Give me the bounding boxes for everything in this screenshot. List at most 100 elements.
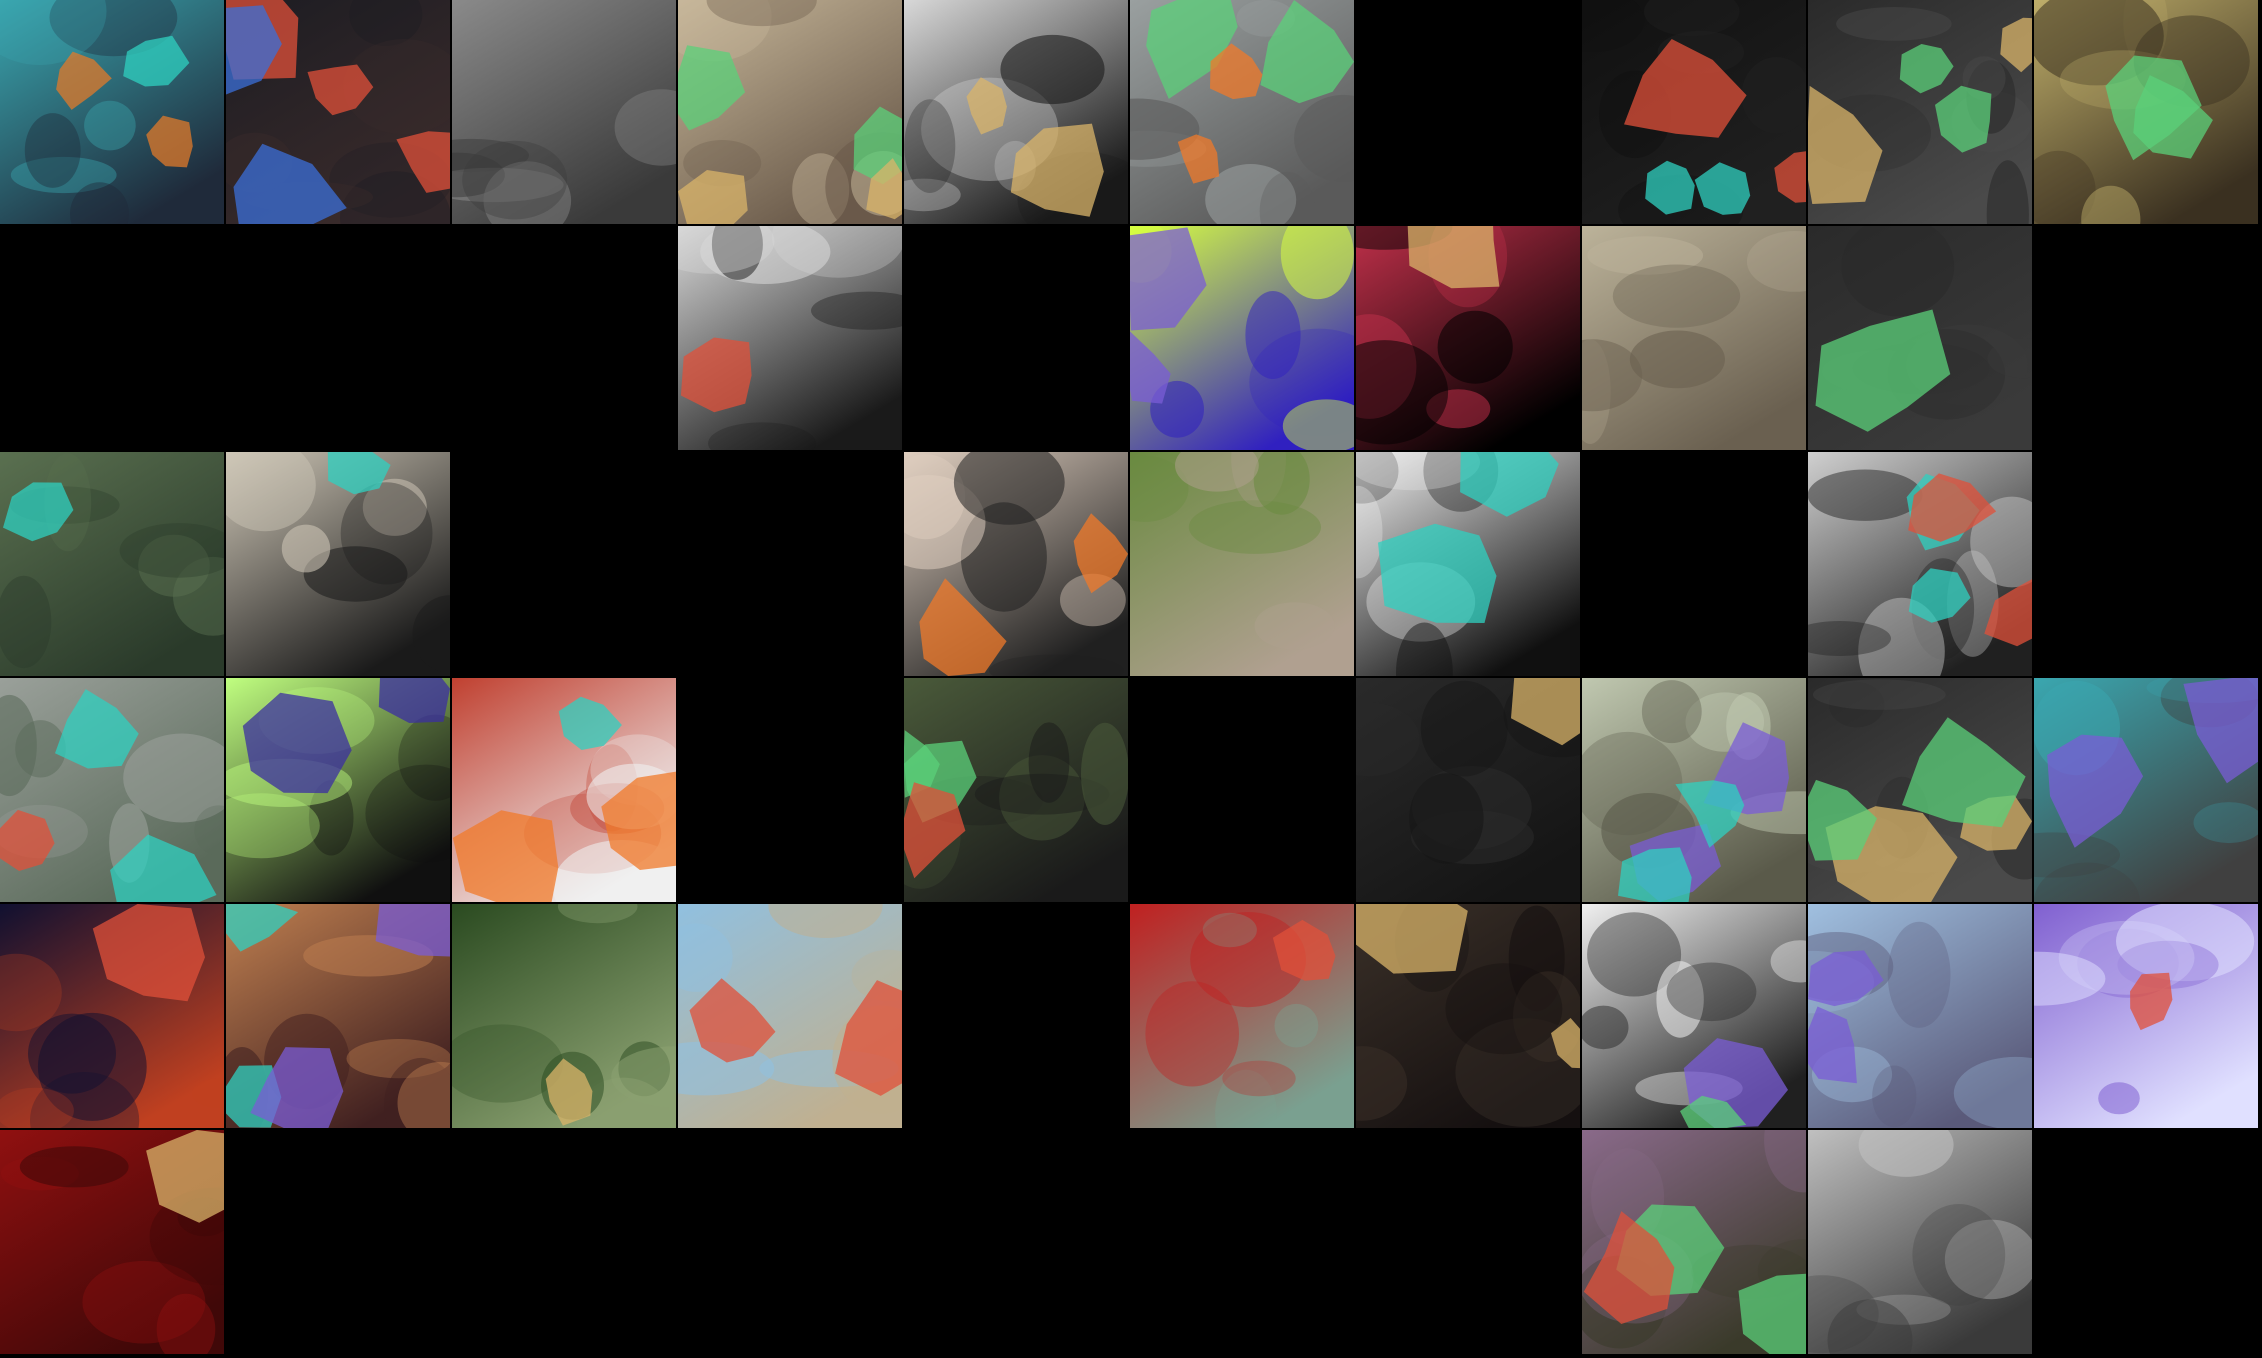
image-tile-person-dark-hat-teal-overlay bbox=[0, 0, 224, 224]
image-tile-person-blue-glasses bbox=[1582, 678, 1806, 902]
scene-shape bbox=[1872, 1065, 1917, 1128]
segmentation-overlay bbox=[1378, 523, 1497, 623]
image-tile-green-purple-abstract bbox=[226, 678, 450, 902]
tile-graphic bbox=[1582, 1130, 1806, 1354]
scene-shape bbox=[1912, 1204, 2006, 1306]
tile-graphic bbox=[1808, 452, 2032, 676]
tile-graphic bbox=[678, 1130, 902, 1354]
image-tile-camera-gear-multi-overlay bbox=[1808, 0, 2032, 224]
scene-shape bbox=[2058, 920, 2195, 995]
scene-shape bbox=[1812, 679, 1946, 710]
tile-graphic bbox=[904, 1130, 1128, 1354]
tile-graphic bbox=[2034, 452, 2258, 676]
image-tile-wedding-photo-frame-overlay bbox=[678, 0, 902, 224]
tile-graphic bbox=[1356, 904, 1580, 1128]
image-tile-dark-scene-teal-red-overlay bbox=[1582, 0, 1806, 224]
tile-graphic bbox=[2034, 904, 2258, 1128]
image-tile-child-people-street bbox=[1808, 1130, 2032, 1354]
image-tile-empty bbox=[904, 226, 1128, 450]
image-tile-empty bbox=[0, 226, 224, 450]
image-tile-ten-speed-bicycle-poster bbox=[226, 904, 450, 1128]
image-tile-snowboarder-purple bbox=[2034, 904, 2258, 1128]
image-tile-house-picnic-overlay bbox=[1808, 452, 2032, 676]
image-tile-empty bbox=[226, 226, 450, 450]
scene-shape bbox=[462, 140, 568, 220]
image-tile-colorful-blankets bbox=[1130, 452, 1354, 676]
image-tile-empty bbox=[1130, 678, 1354, 902]
image-tile-living-room-tv-overlay bbox=[1130, 0, 1354, 224]
tile-graphic bbox=[2034, 1130, 2258, 1354]
tile-graphic bbox=[1582, 904, 1806, 1128]
scene-shape bbox=[1245, 291, 1301, 379]
tile-graphic bbox=[1130, 904, 1354, 1128]
image-tile-empty bbox=[904, 904, 1128, 1128]
tile-graphic bbox=[678, 226, 902, 450]
image-tile-empty bbox=[1130, 1130, 1354, 1354]
scene-shape bbox=[1222, 1060, 1296, 1097]
image-tile-person-motorbike-bw-teal bbox=[1356, 452, 1580, 676]
tile-graphic bbox=[1356, 678, 1580, 902]
image-tile-red-fluffy-dog bbox=[1356, 226, 1580, 450]
image-tile-house-black-white-picnic bbox=[678, 226, 902, 450]
tile-graphic bbox=[1808, 678, 2032, 902]
image-tile-shop-sign-banh-bao bbox=[452, 678, 676, 902]
tile-graphic bbox=[1808, 226, 2032, 450]
tile-graphic bbox=[2034, 678, 2258, 902]
tile-graphic bbox=[1582, 678, 1806, 902]
tile-graphic bbox=[452, 226, 676, 450]
scene-shape bbox=[1808, 469, 1923, 521]
scene-shape bbox=[1420, 680, 1508, 777]
scene-shape bbox=[1445, 963, 1563, 1055]
image-tile-chefs-in-kitchen bbox=[226, 452, 450, 676]
scene-shape bbox=[1666, 962, 1757, 1022]
image-tile-camera-gear-multi-overlay bbox=[1808, 678, 2032, 902]
image-tile-child-umbrella-rain bbox=[0, 678, 224, 902]
scene-shape bbox=[1641, 680, 1702, 744]
image-tile-teal-purple-abstract bbox=[2034, 678, 2258, 902]
tile-graphic bbox=[1808, 904, 2032, 1128]
scene-shape bbox=[1887, 921, 1951, 1028]
image-tile-red-lips-closeup bbox=[1130, 904, 1354, 1128]
scene-shape bbox=[1409, 773, 1484, 864]
image-tile-empty bbox=[452, 226, 676, 450]
scene-shape bbox=[340, 482, 433, 585]
tile-graphic bbox=[678, 904, 902, 1128]
tile-graphic bbox=[678, 452, 902, 676]
scene-shape bbox=[1254, 602, 1335, 650]
tile-graphic bbox=[452, 0, 676, 224]
image-tile-empty bbox=[2034, 1130, 2258, 1354]
image-tile-traffic-light-trees bbox=[452, 904, 676, 1128]
image-tile-house-black-white-picnic bbox=[904, 0, 1128, 224]
image-tile-empty bbox=[226, 1130, 450, 1354]
scene-shape bbox=[2098, 1082, 2140, 1115]
tile-graphic bbox=[1808, 0, 2032, 224]
tile-graphic bbox=[1130, 226, 1354, 450]
image-tile-empty bbox=[2034, 226, 2258, 450]
tile-graphic bbox=[904, 0, 1128, 224]
image-tile-empty bbox=[452, 1130, 676, 1354]
image-tile-empty bbox=[678, 452, 902, 676]
tile-graphic bbox=[452, 452, 676, 676]
image-tile-red-room-wooden-floor bbox=[0, 1130, 224, 1354]
scene-shape bbox=[1188, 500, 1321, 554]
tile-graphic bbox=[1582, 226, 1806, 450]
tile-graphic bbox=[1808, 1130, 2032, 1354]
tile-graphic bbox=[0, 0, 224, 224]
tile-graphic bbox=[1582, 452, 1806, 676]
scene-shape bbox=[1629, 330, 1725, 389]
tile-graphic bbox=[1356, 1130, 1580, 1354]
tile-graphic bbox=[2034, 0, 2258, 224]
image-tile-two-women-on-bench bbox=[904, 452, 1128, 676]
tile-graphic bbox=[226, 452, 450, 676]
image-tile-motorcycle-vivid bbox=[1130, 226, 1354, 450]
scene-shape bbox=[1081, 722, 1128, 825]
image-tile-dark-shoe-wood bbox=[1356, 904, 1580, 1128]
scene-shape bbox=[904, 99, 956, 193]
tile-graphic bbox=[452, 1130, 676, 1354]
scene-shape bbox=[1836, 7, 1952, 41]
scene-shape bbox=[1274, 1003, 1319, 1048]
scene-shape bbox=[1612, 264, 1741, 328]
tile-graphic bbox=[0, 226, 224, 450]
tile-graphic bbox=[904, 452, 1128, 676]
image-tile-empty bbox=[678, 678, 902, 902]
